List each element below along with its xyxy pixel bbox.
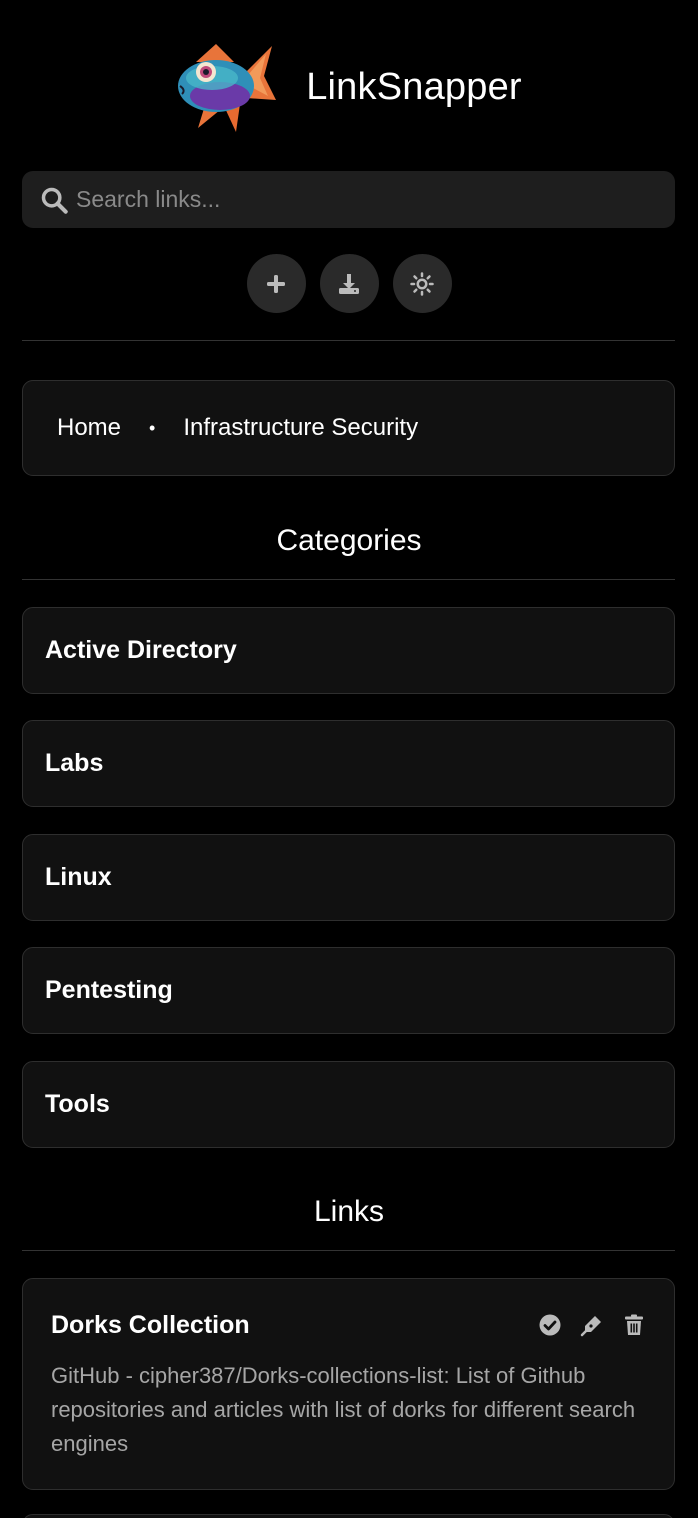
breadcrumb: Home • Infrastructure Security bbox=[22, 380, 675, 476]
search-input[interactable] bbox=[76, 171, 675, 228]
category-item[interactable]: Pentesting bbox=[22, 947, 675, 1034]
breadcrumb-separator: • bbox=[149, 417, 156, 438]
toolbar bbox=[0, 254, 698, 314]
link-description: GitHub - cipher387/Dorks-collections-lis… bbox=[51, 1363, 636, 1456]
categories-divider bbox=[22, 579, 675, 580]
theme-toggle-button[interactable] bbox=[392, 254, 452, 313]
category-label: Labs bbox=[45, 749, 104, 777]
category-label: Pentesting bbox=[45, 976, 173, 1004]
breadcrumb-home[interactable]: Home bbox=[57, 414, 121, 442]
app-header: LinkSnapper bbox=[0, 40, 698, 134]
category-item[interactable]: Labs bbox=[22, 720, 675, 807]
check-circle-icon[interactable] bbox=[538, 1313, 562, 1337]
category-label: Linux bbox=[45, 863, 112, 891]
link-card-header: Dorks Collection bbox=[51, 1307, 646, 1343]
download-button[interactable] bbox=[319, 254, 379, 313]
plus-icon bbox=[267, 274, 285, 293]
links-heading: Links bbox=[313, 1195, 385, 1228]
fish-logo-icon bbox=[178, 44, 277, 132]
sun-icon bbox=[410, 271, 434, 296]
header-divider bbox=[22, 340, 675, 341]
link-actions bbox=[538, 1313, 646, 1337]
category-label: Active Directory bbox=[45, 636, 237, 664]
category-label: Tools bbox=[45, 1090, 110, 1118]
category-item[interactable]: Linux bbox=[22, 834, 675, 921]
category-item[interactable]: Tools bbox=[22, 1061, 675, 1148]
pen-icon[interactable] bbox=[580, 1313, 604, 1337]
link-card[interactable] bbox=[22, 1514, 675, 1518]
link-title[interactable]: Dorks Collection bbox=[51, 1311, 250, 1340]
search-icon bbox=[41, 187, 68, 214]
search-bar[interactable] bbox=[22, 171, 675, 228]
app-title: LinkSnapper bbox=[306, 65, 522, 108]
breadcrumb-current: Infrastructure Security bbox=[183, 414, 419, 441]
categories-heading: Categories bbox=[276, 524, 422, 557]
links-divider bbox=[22, 1250, 675, 1251]
download-icon bbox=[339, 273, 359, 294]
link-card[interactable]: Dorks Collection GitHub - cipher387/Dork… bbox=[22, 1278, 675, 1490]
category-item[interactable]: Active Directory bbox=[22, 607, 675, 694]
app-page: LinkSnapper Search links... Home • Infra… bbox=[0, 0, 698, 1518]
trash-icon[interactable] bbox=[622, 1313, 646, 1337]
add-link-button[interactable] bbox=[246, 254, 306, 313]
